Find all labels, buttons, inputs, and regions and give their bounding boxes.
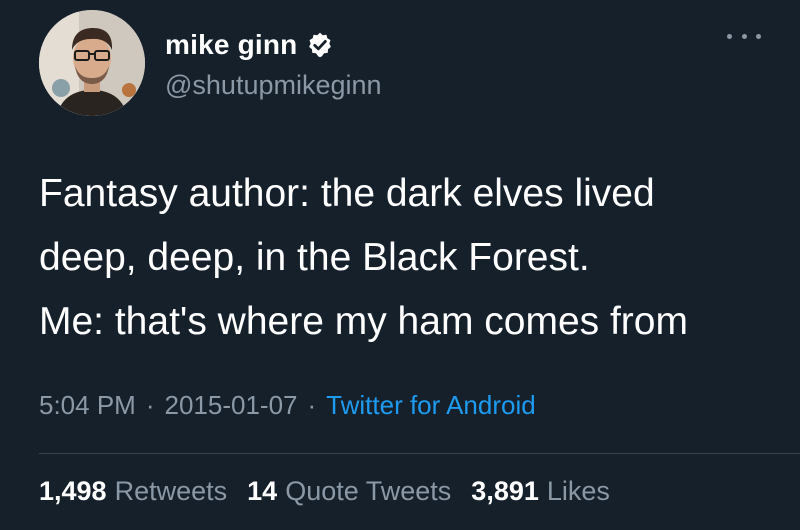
avatar[interactable] — [39, 10, 145, 116]
tweet-text-line: Me: that's where my ham comes from — [39, 300, 688, 343]
tweet-time[interactable]: 5:04 PM — [39, 390, 136, 421]
tweet-metadata: 5:04 PM · 2015-01-07 · Twitter for Andro… — [39, 390, 536, 421]
tweet-date[interactable]: 2015-01-07 — [165, 390, 298, 421]
verified-badge-icon — [306, 31, 334, 59]
quote-tweets-count: 14 — [247, 476, 278, 506]
retweets-stat[interactable]: 1,498 Retweets — [39, 476, 227, 507]
tweet-text: Fantasy author: the dark elves lived dee… — [39, 162, 779, 354]
likes-count: 3,891 — [471, 476, 539, 506]
likes-stat[interactable]: 3,891 Likes — [471, 476, 610, 507]
engagement-stats: 1,498 Retweets 14 Quote Tweets 3,891 Lik… — [39, 476, 630, 507]
quote-tweets-label: Quote Tweets — [285, 476, 452, 506]
tweet-text-line: deep, deep, in the Black Forest. — [39, 236, 590, 279]
display-name[interactable]: mike ginn — [165, 29, 298, 61]
more-dot — [727, 33, 732, 39]
author-name-row: mike ginn — [165, 28, 334, 62]
tweet-text-line: Fantasy author: the dark elves lived — [39, 172, 655, 215]
more-dot — [756, 33, 761, 39]
divider — [39, 453, 800, 454]
tweet-source-link[interactable]: Twitter for Android — [326, 390, 536, 421]
user-handle[interactable]: @shutupmikeginn — [165, 70, 382, 101]
quote-tweets-stat[interactable]: 14 Quote Tweets — [247, 476, 451, 507]
meta-separator: · — [307, 390, 317, 420]
avatar-photo — [39, 10, 145, 116]
likes-label: Likes — [546, 476, 610, 506]
tweet-card: mike ginn @shutupmikeginn Fantasy author… — [0, 0, 800, 530]
retweets-count: 1,498 — [39, 476, 107, 506]
retweets-label: Retweets — [114, 476, 228, 506]
more-horizontal-icon[interactable] — [727, 28, 761, 44]
meta-separator: · — [145, 390, 155, 420]
more-dot — [741, 33, 747, 39]
